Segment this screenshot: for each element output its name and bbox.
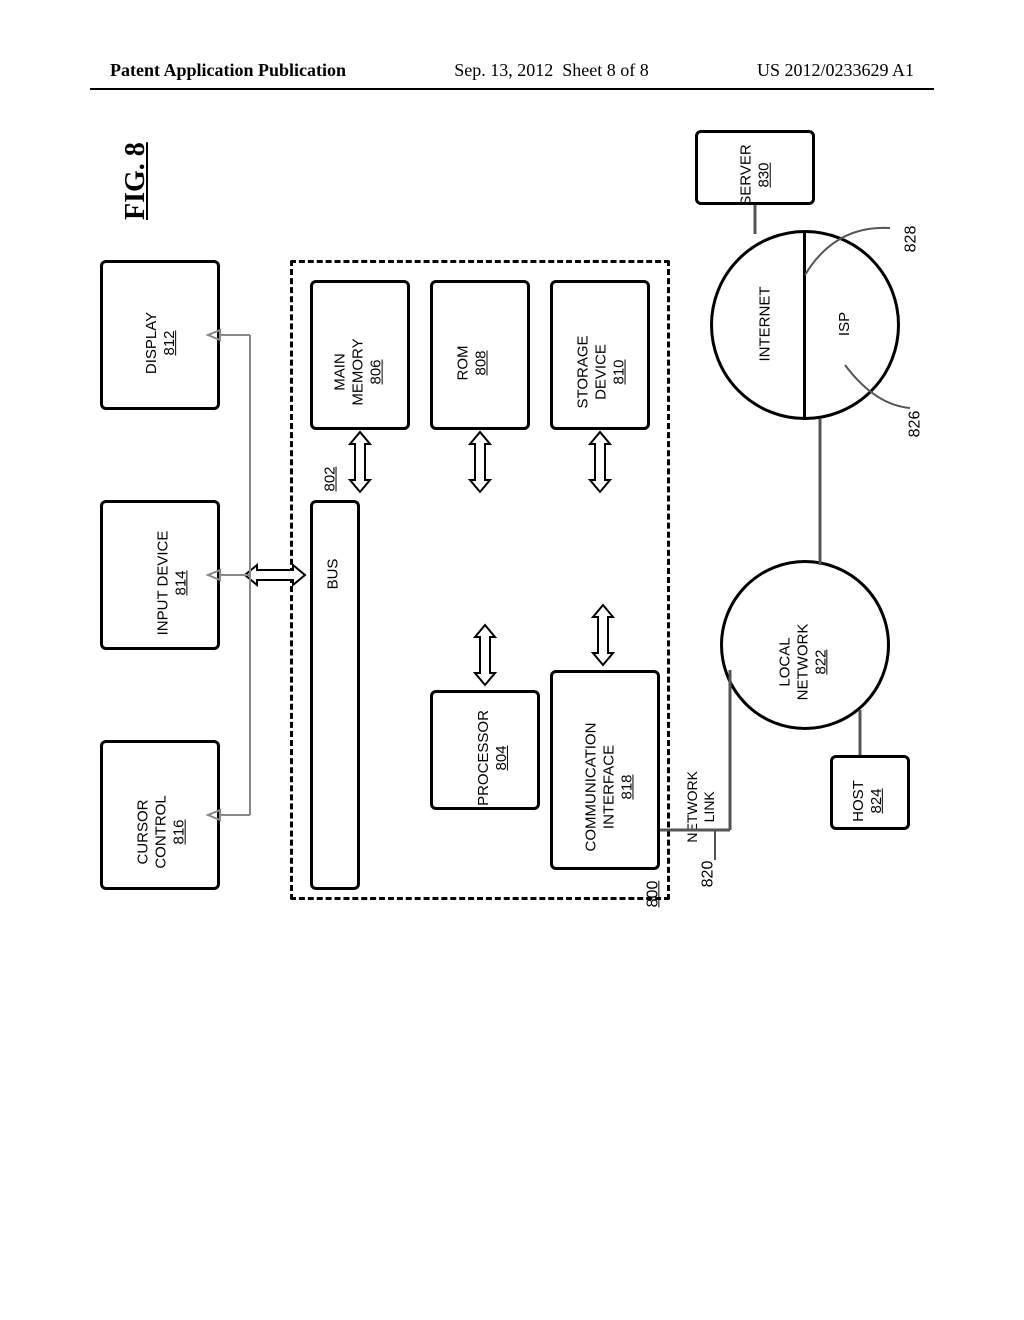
page-header: Patent Application Publication Sep. 13, … (0, 60, 1024, 81)
pub-number: US 2012/0233629 A1 (757, 60, 914, 81)
figure-8-diagram: FIG. 8 800 DISPLAY 812 INPUT DEVICE 814 … (100, 130, 920, 1210)
pub-type: Patent Application Publication (110, 60, 346, 81)
connectors (100, 130, 920, 1210)
pub-date-sheet: Sep. 13, 2012 Sheet 8 of 8 (454, 60, 648, 81)
header-rule (90, 88, 934, 90)
